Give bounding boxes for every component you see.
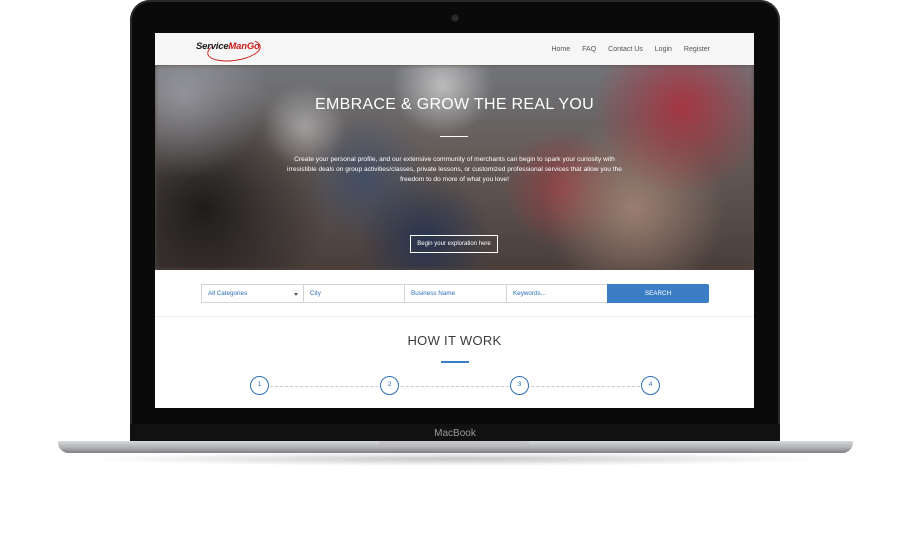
- nav-home[interactable]: Home: [551, 46, 570, 53]
- hero-banner: EMBRACE & GROW THE REAL YOU Create your …: [155, 65, 754, 270]
- steps-connector-line: [270, 386, 655, 387]
- laptop-screen: ServiceManGo Home FAQ Contact Us Login R…: [155, 33, 754, 408]
- nav-contact-us[interactable]: Contact Us: [608, 46, 643, 53]
- nav-register[interactable]: Register: [684, 46, 710, 53]
- nav-faq[interactable]: FAQ: [582, 46, 596, 53]
- laptop-hinge-notch: [379, 441, 529, 447]
- logo-text-primary: Service: [196, 41, 229, 52]
- step-1-badge: 1: [250, 376, 269, 395]
- step-3-badge: 3: [510, 376, 529, 395]
- hero-description: Create your personal profile, and our ex…: [287, 156, 622, 184]
- step-2-badge: 2: [380, 376, 399, 395]
- nav-links: Home FAQ Contact Us Login Register: [539, 33, 710, 65]
- begin-exploration-button[interactable]: Begin your exploration here: [410, 235, 498, 253]
- site-logo[interactable]: ServiceManGo: [193, 35, 269, 65]
- logo-text: ServiceManGo: [196, 41, 260, 52]
- section-divider: [155, 316, 754, 317]
- how-it-works-title: HOW IT WORK: [407, 333, 502, 348]
- step-4-badge: 4: [641, 376, 660, 395]
- webcam-icon: [452, 15, 458, 21]
- logo-text-accent: ManGo: [228, 41, 260, 52]
- how-it-works-divider: [441, 361, 469, 363]
- category-select[interactable]: All Categories: [201, 284, 303, 303]
- city-input[interactable]: City: [303, 284, 404, 303]
- category-select-value: All Categories: [208, 290, 248, 297]
- hero-title: EMBRACE & GROW THE REAL YOU: [315, 96, 594, 113]
- hero-divider: [440, 136, 468, 137]
- keywords-input[interactable]: Keywords...: [506, 284, 607, 303]
- chevron-down-icon: [294, 293, 298, 296]
- nav-login[interactable]: Login: [655, 46, 672, 53]
- site-navbar: ServiceManGo Home FAQ Contact Us Login R…: [155, 33, 754, 66]
- search-bar: All Categories City Business Name Keywor…: [201, 284, 709, 303]
- business-name-input[interactable]: Business Name: [404, 284, 506, 303]
- laptop-shadow: [80, 452, 830, 466]
- search-button[interactable]: SEARCH: [607, 284, 709, 303]
